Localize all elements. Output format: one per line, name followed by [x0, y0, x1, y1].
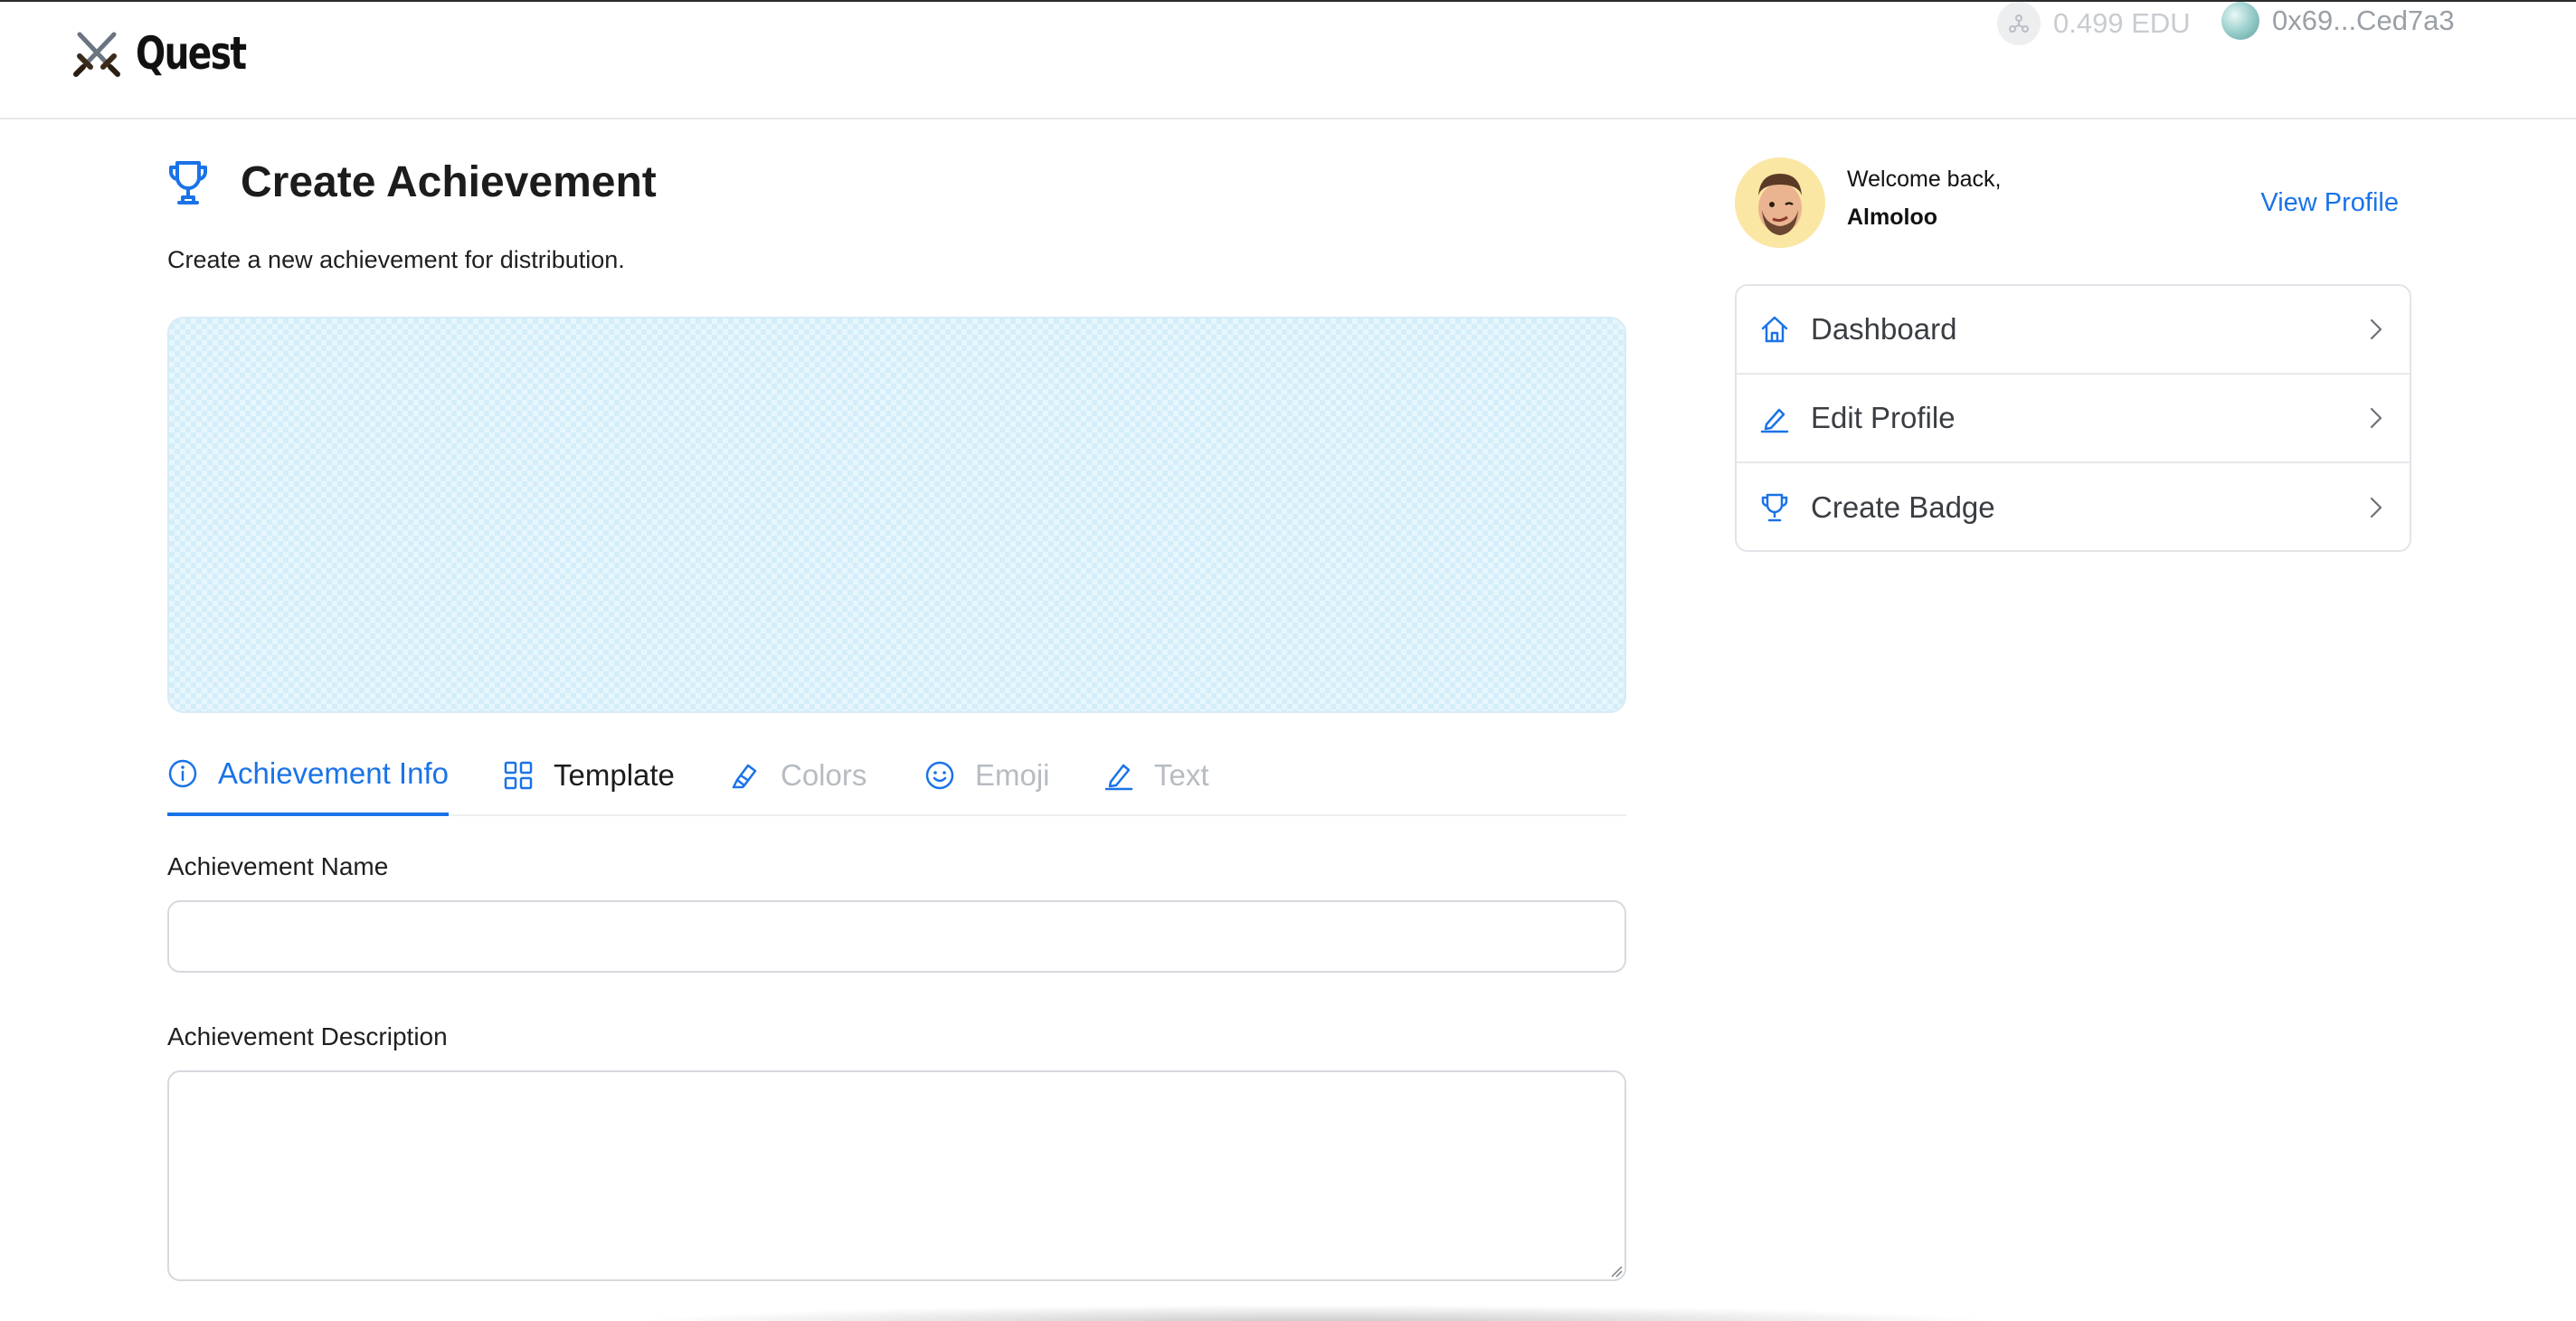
- achievement-description-label: Achievement Description: [167, 1022, 448, 1050]
- welcome-text: Welcome back,: [1847, 166, 2002, 192]
- profile-card: Welcome back, Almoloo View Profile: [1735, 157, 2411, 248]
- smile-icon: [925, 761, 954, 790]
- resize-handle-icon[interactable]: [1608, 1263, 1623, 1278]
- sidebar-item-label: Create Badge: [1811, 490, 1995, 524]
- view-profile-link[interactable]: View Profile: [2260, 188, 2399, 218]
- avatar: [1735, 157, 1825, 248]
- window-shadow: [624, 1305, 2008, 1321]
- sidebar-item-label: Dashboard: [1811, 312, 1957, 346]
- network-icon: [1997, 2, 2041, 45]
- tab-label: Emoji: [975, 758, 1050, 792]
- tab-emoji[interactable]: Emoji: [924, 735, 1050, 816]
- wallet-avatar: [2221, 2, 2259, 40]
- achievement-description-input[interactable]: [167, 1070, 1626, 1281]
- balance-amount: 0.499 EDU: [2053, 7, 2191, 39]
- balance-display[interactable]: 0.499 EDU: [1997, 2, 2191, 45]
- home-icon: [1761, 316, 1788, 343]
- achievement-name-label: Achievement Name: [167, 852, 389, 880]
- pencil-icon: [1760, 408, 1789, 433]
- page-header: Create Achievement: [166, 157, 657, 207]
- trophy-icon: [169, 160, 207, 204]
- sidebar-item-create-badge[interactable]: Create Badge: [1737, 463, 2410, 550]
- page-title: Create Achievement: [241, 158, 657, 206]
- tab-colors[interactable]: Colors: [730, 735, 867, 816]
- username: Almoloo: [1847, 204, 1937, 230]
- chevron-right-icon: [2370, 497, 2382, 518]
- tab-label: Colors: [781, 758, 867, 792]
- tab-achievement-info[interactable]: Achievement Info: [167, 735, 449, 816]
- tab-label: Achievement Info: [218, 756, 449, 790]
- tab-template[interactable]: Template: [503, 735, 675, 816]
- trophy-icon: [1761, 493, 1788, 522]
- grid-icon: [504, 761, 533, 790]
- sidebar-menu: Dashboard Edit Profile Create Badge: [1735, 284, 2411, 552]
- tab-text[interactable]: Text: [1103, 735, 1209, 816]
- achievement-preview-canvas: [167, 317, 1626, 713]
- sidebar-item-label: Edit Profile: [1811, 401, 1956, 434]
- app-name: Quest: [136, 27, 247, 80]
- page-subtitle: Create a new achievement for distributio…: [167, 246, 625, 273]
- editor-tabs: Achievement Info Template Colors Emoji T…: [167, 735, 1626, 816]
- app-logo[interactable]: Quest: [71, 27, 277, 80]
- highlighter-icon: [732, 764, 757, 789]
- memoji-avatar-icon: [1735, 157, 1825, 248]
- crossed-swords-icon: [73, 32, 120, 77]
- chevron-right-icon: [2370, 318, 2382, 340]
- achievement-name-input[interactable]: [167, 900, 1626, 973]
- wallet-button[interactable]: 0x69...Ced7a3: [2221, 2, 2455, 40]
- tab-label: Text: [1154, 758, 1209, 792]
- wallet-address: 0x69...Ced7a3: [2272, 5, 2455, 36]
- top-bar: Quest 0.499 EDU 0x69...Ced7a3: [0, 2, 2576, 119]
- pen-icon: [1104, 764, 1133, 791]
- tab-label: Template: [554, 758, 675, 792]
- chevron-right-icon: [2370, 407, 2382, 429]
- info-icon: [168, 759, 197, 788]
- sidebar-item-dashboard[interactable]: Dashboard: [1737, 286, 2410, 375]
- sidebar-item-edit-profile[interactable]: Edit Profile: [1737, 375, 2410, 463]
